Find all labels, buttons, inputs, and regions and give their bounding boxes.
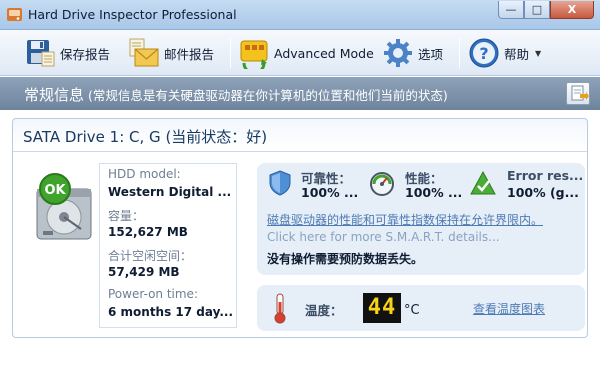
temperature-readout: 44 xyxy=(363,293,401,323)
help-icon: ? xyxy=(469,38,499,68)
chevron-down-icon: ▼ xyxy=(535,48,542,58)
section-title: 常规信息 xyxy=(24,86,85,104)
section-header: 常规信息 (常规信息是有关硬盘驱动器在你计算机的位置和他们当前的状态) xyxy=(0,77,600,110)
hard-drive-app-icon xyxy=(7,8,22,21)
content-area: SATA Drive 1: C, G (当前状态：好) OK HDD model… xyxy=(0,110,600,387)
temperature-chart-link[interactable]: 查看温度图表 xyxy=(473,300,545,317)
toolbar-separator xyxy=(230,38,231,68)
mail-report-label: 邮件报告 xyxy=(164,46,215,62)
advanced-mode-button[interactable]: Advanced Mode xyxy=(238,36,374,70)
floppy-disk-icon xyxy=(27,40,55,67)
toolbar-separator xyxy=(459,38,460,68)
gear-icon xyxy=(384,39,412,67)
help-menu-button[interactable]: ? 帮助 ▼ xyxy=(468,36,541,70)
drive-panel: SATA Drive 1: C, G (当前状态：好) OK HDD model… xyxy=(12,118,588,338)
model-label: HDD model: xyxy=(108,167,181,181)
envelope-icon xyxy=(129,38,159,67)
free-space-label: 合计空闲空间： xyxy=(108,249,193,263)
drive-info-box: HDD model: Western Digital ... 容量： 152,6… xyxy=(99,163,237,328)
maximize-button[interactable]: □ xyxy=(524,1,550,19)
status-summary-link[interactable]: 磁盘驱动器的性能和可靠性指数保持在允许界限内。 xyxy=(267,211,543,228)
svg-text:?: ? xyxy=(479,44,488,63)
performance-value: 100% ... xyxy=(405,185,463,200)
export-icon xyxy=(571,85,589,101)
model-value: Western Digital ... xyxy=(108,185,232,199)
error-rate-value: 100% (g... xyxy=(507,185,579,200)
temperature-unit: °C xyxy=(404,303,420,318)
options-label: 选项 xyxy=(418,46,444,62)
close-button[interactable]: X xyxy=(550,1,594,19)
ok-badge: OK xyxy=(44,183,66,198)
hard-drive-ok-icon: OK xyxy=(36,173,92,240)
capacity-value: 152,627 MB xyxy=(108,225,188,239)
divider xyxy=(13,151,587,152)
advanced-mode-label: Advanced Mode xyxy=(274,45,374,61)
capacity-label: 容量： xyxy=(108,209,145,223)
power-on-label: Power-on time: xyxy=(108,287,198,301)
window-title: Hard Drive Inspector Professional xyxy=(28,7,237,22)
checkmark-icon xyxy=(470,170,496,195)
reliability-value: 100% ... xyxy=(301,185,359,200)
status-box: 可靠性： 100% ... 性能： 100% ... Error res... … xyxy=(257,163,585,275)
temperature-box: 温度： 44 °C 查看温度图表 xyxy=(257,285,585,331)
title-bar: Hard Drive Inspector Professional — □ X xyxy=(0,0,600,30)
thermometer-icon xyxy=(274,293,286,324)
power-on-value: 6 months 17 day... xyxy=(108,305,234,319)
smart-details-link[interactable]: Click here for more S.M.A.R.T. details..… xyxy=(267,230,500,244)
section-subtitle: (常规信息是有关硬盘驱动器在你计算机的位置和他们当前的状态) xyxy=(88,88,448,103)
options-button[interactable]: 选项 xyxy=(382,36,443,70)
error-rate-label: Error res... xyxy=(507,168,584,183)
speedometer-icon xyxy=(370,172,394,196)
mail-report-button[interactable]: 邮件报告 xyxy=(128,36,214,70)
window-controls: — □ X xyxy=(498,1,594,19)
drive-title: SATA Drive 1: C, G (当前状态：好) xyxy=(23,128,268,146)
save-report-button[interactable]: 保存报告 xyxy=(24,36,110,70)
free-space-value: 57,429 MB xyxy=(108,265,180,279)
help-label: 帮助 xyxy=(504,46,530,62)
advanced-mode-icon xyxy=(240,40,268,69)
toolbar: 保存报告 邮件报告 Advanced Mode 选项 ? 帮助 ▼ xyxy=(0,30,600,76)
status-note: 没有操作需要预防数据丢失。 xyxy=(267,252,424,266)
save-report-label: 保存报告 xyxy=(60,46,111,62)
minimize-button[interactable]: — xyxy=(498,1,524,19)
export-button[interactable] xyxy=(566,82,590,105)
shield-icon xyxy=(269,170,291,196)
temperature-label: 温度： xyxy=(305,303,343,318)
